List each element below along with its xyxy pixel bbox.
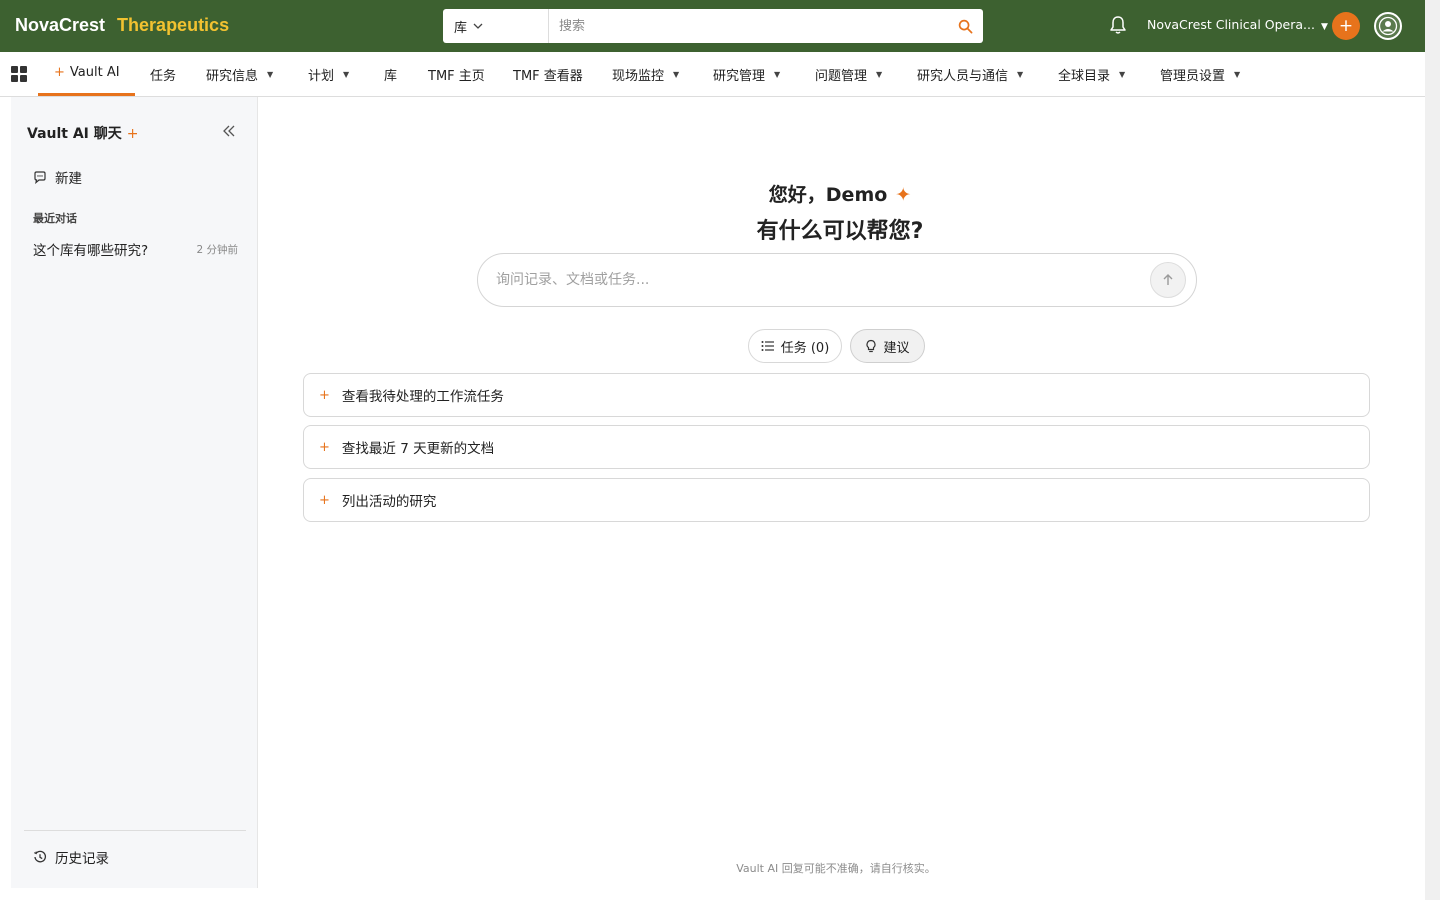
nav-label: TMF 查看器	[513, 68, 583, 84]
search-input[interactable]	[549, 9, 947, 43]
suggestion-item[interactable]: + 列出活动的研究	[303, 478, 1370, 522]
nav-label: 任务	[150, 68, 177, 84]
tab-study-management[interactable]: 研究管理 ▼	[713, 52, 780, 96]
suggestion-item[interactable]: + 查看我待处理的工作流任务	[303, 373, 1370, 417]
sparkle-icon: +	[126, 126, 139, 142]
tasks-label: 任务 (0)	[780, 340, 830, 356]
tab-tmf-home[interactable]: TMF 主页	[428, 52, 485, 96]
suggestion-text: 查找最近 7 天更新的文档	[341, 441, 495, 457]
suggestions-button[interactable]: 建议	[850, 329, 925, 363]
chevron-down-icon	[473, 21, 483, 32]
tab-study-info[interactable]: 研究信息 ▼	[206, 52, 273, 96]
lightbulb-icon	[866, 339, 877, 353]
account-switcher[interactable]: NovaCrest Clinical Opera... ▼	[1147, 17, 1328, 32]
caret-down-icon: ▼	[774, 69, 781, 79]
caret-down-icon: ▼	[1320, 22, 1328, 32]
caret-down-icon: ▼	[673, 69, 680, 79]
nav-label: 全球目录	[1058, 68, 1111, 84]
app-window: NovaCrest Therapeutics 库 NovaCrest Clinic…	[0, 0, 1425, 900]
nav-label: 问题管理	[815, 68, 868, 84]
nav-label: 研究信息	[206, 68, 259, 84]
brand-logo[interactable]: NovaCrest Therapeutics	[15, 15, 229, 36]
help-question: 有什么可以帮您?	[756, 219, 924, 244]
main-nav: + Vault AI 任务 研究信息 ▼ 计划 ▼ 库 TMF 主页 TMF 查看器 …	[0, 52, 1425, 97]
chat-input[interactable]	[496, 254, 1136, 306]
arrow-up-icon	[1163, 274, 1173, 285]
plus-icon: +	[1338, 16, 1354, 36]
scrollbar-track[interactable]	[1425, 0, 1440, 900]
sparkle-icon: +	[54, 65, 65, 80]
list-icon	[761, 341, 774, 351]
disclaimer-text: Vault AI 回复可能不准确，请自行核实。	[736, 862, 936, 875]
history-icon	[34, 850, 47, 863]
recent-conversations-heading: 最近对话	[33, 212, 77, 225]
nav-label: 研究人员与通信	[917, 68, 1009, 84]
tasks-button[interactable]: 任务 (0)	[748, 329, 842, 363]
tab-global-directory[interactable]: 全球目录 ▼	[1058, 52, 1125, 96]
nav-label: 研究管理	[713, 68, 766, 84]
chat-bubble-icon	[34, 171, 46, 184]
caret-down-icon: ▼	[343, 69, 350, 79]
nav-label: Vault AI	[69, 65, 120, 80]
sparkle-icon: ✦	[895, 184, 912, 206]
send-button[interactable]	[1150, 262, 1186, 298]
tab-tasks[interactable]: 任务	[150, 52, 176, 96]
conversation-title: 这个库有哪些研究?	[33, 243, 149, 259]
nav-label: 管理员设置	[1160, 68, 1226, 84]
bell-icon[interactable]	[1108, 14, 1128, 36]
top-bar: NovaCrest Therapeutics 库 NovaCrest Clinic…	[0, 0, 1425, 52]
app-grid-icon[interactable]	[11, 66, 27, 82]
nav-label: 计划	[308, 68, 335, 84]
history-label: 历史记录	[55, 851, 109, 867]
new-chat-label: 新建	[55, 171, 82, 187]
suggestions-label: 建议	[883, 340, 910, 356]
greeting: 您好，Demo ✦	[560, 180, 1120, 207]
search-scope-select[interactable]: 库	[443, 9, 549, 43]
brand-primary: NovaCrest	[15, 15, 106, 35]
suggestion-text: 列出活动的研究	[341, 494, 437, 510]
create-plus-button[interactable]: +	[1332, 12, 1360, 40]
caret-down-icon: ▼	[1017, 69, 1024, 79]
sparkle-icon: +	[319, 492, 330, 508]
user-avatar[interactable]	[1374, 12, 1402, 40]
tab-vault-ai[interactable]: + Vault AI	[38, 52, 135, 96]
caret-down-icon: ▼	[267, 69, 274, 79]
divider	[24, 830, 246, 831]
caret-down-icon: ▼	[876, 69, 883, 79]
sidebar-title: Vault AI 聊天 +	[27, 123, 139, 143]
tab-tmf-viewer[interactable]: TMF 查看器	[513, 52, 583, 96]
sparkle-icon: +	[319, 387, 330, 403]
tab-admin-settings[interactable]: 管理员设置 ▼	[1160, 52, 1240, 96]
conversation-time: 2 分钟前	[196, 243, 238, 256]
tab-site-monitoring[interactable]: 现场监控 ▼	[612, 52, 679, 96]
global-search: 库	[443, 9, 983, 43]
sparkle-icon: +	[319, 439, 330, 455]
new-chat-button[interactable]: 新建	[33, 167, 82, 187]
tab-library[interactable]: 库	[384, 52, 397, 96]
nav-label: TMF 主页	[428, 68, 485, 84]
account-name: NovaCrest Clinical Opera...	[1147, 17, 1315, 32]
user-icon	[1378, 16, 1398, 36]
nav-label: 现场监控	[612, 68, 665, 84]
chat-sidebar: Vault AI 聊天 + 新建 最近对话 这个库有哪些研究? 2 分钟前 历史记…	[11, 97, 258, 888]
suggestion-text: 查看我待处理的工作流任务	[341, 389, 504, 405]
brand-secondary: Therapeutics	[117, 15, 230, 35]
tab-investigators-comms[interactable]: 研究人员与通信 ▼	[917, 52, 1023, 96]
greeting-text: 您好，Demo	[768, 184, 888, 206]
caret-down-icon: ▼	[1119, 69, 1126, 79]
suggestion-item[interactable]: + 查找最近 7 天更新的文档	[303, 425, 1370, 469]
search-icon[interactable]	[947, 19, 983, 34]
chat-input-box	[477, 253, 1197, 307]
sidebar-title-text: Vault AI 聊天	[27, 126, 122, 142]
list-item[interactable]: 这个库有哪些研究? 2 分钟前	[33, 239, 238, 259]
tab-plans[interactable]: 计划 ▼	[308, 52, 349, 96]
tab-issue-management[interactable]: 问题管理 ▼	[815, 52, 882, 96]
caret-down-icon: ▼	[1234, 69, 1241, 79]
search-scope-label: 库	[454, 20, 468, 36]
collapse-sidebar-button[interactable]	[221, 123, 237, 139]
history-button[interactable]: 历史记录	[33, 847, 109, 867]
nav-label: 库	[384, 68, 398, 84]
double-chevron-left-icon	[223, 125, 235, 137]
